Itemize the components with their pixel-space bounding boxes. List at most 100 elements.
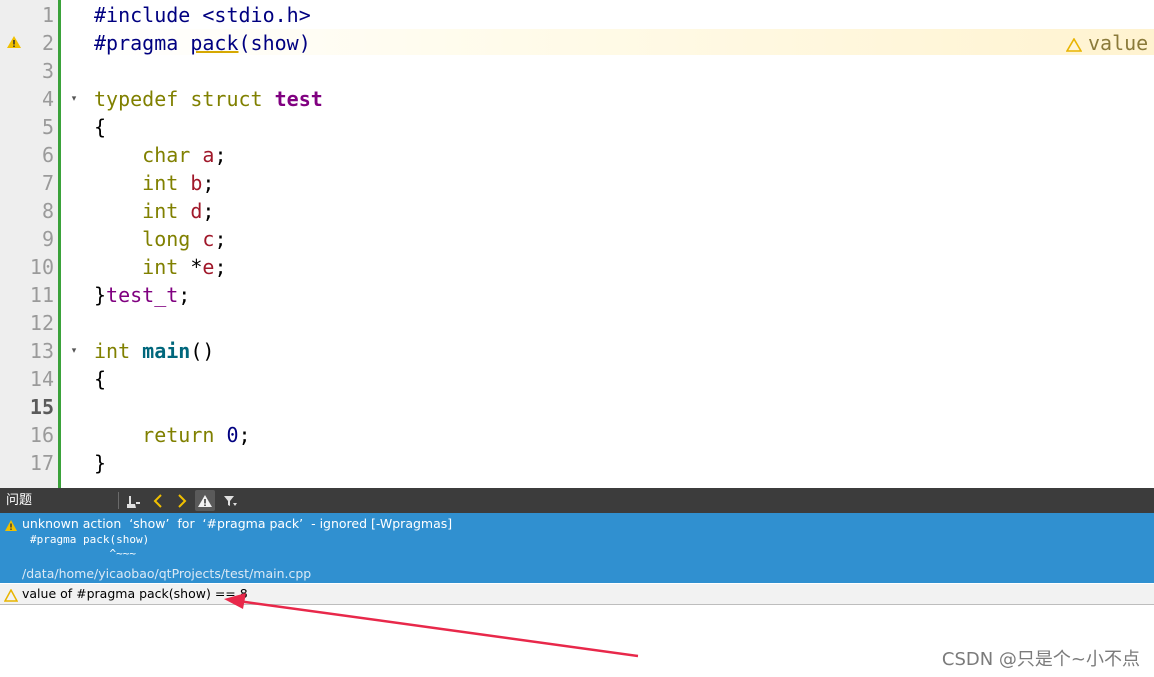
inline-warning-text: value — [1088, 31, 1149, 55]
code-token: ; — [202, 199, 215, 223]
code-line[interactable]: typedef struct test — [94, 85, 323, 113]
code-line[interactable]: int d; — [94, 197, 214, 225]
warning-icon — [198, 494, 212, 507]
code-line[interactable]: { — [94, 365, 106, 393]
code-token: long — [142, 227, 203, 251]
issue-item-selected[interactable]: unknown action ‘show’ for ‘#pragma pack’… — [0, 513, 1154, 583]
issue-message: value of #pragma pack(show) == 8 — [22, 586, 248, 601]
code-token: ; — [178, 283, 191, 307]
code-line[interactable]: int main() — [94, 337, 214, 365]
filter-icon — [224, 495, 237, 506]
code-token: test_t — [106, 283, 179, 307]
warning-icon[interactable] — [6, 35, 22, 49]
line-number: 16 — [29, 423, 54, 447]
show-warnings-toggle[interactable] — [195, 490, 215, 511]
line-number-row[interactable]: 13 — [0, 337, 58, 365]
warning-icon — [4, 517, 18, 536]
code-token: typedef — [94, 87, 191, 111]
code-line[interactable]: int *e; — [94, 253, 226, 281]
line-number: 14 — [29, 367, 54, 391]
code-line[interactable]: long c; — [94, 225, 226, 253]
line-number-row[interactable]: 6 — [0, 141, 58, 169]
line-number-row[interactable]: 8 — [0, 197, 58, 225]
line-number-row[interactable]: 16 — [0, 421, 58, 449]
line-number-row[interactable]: 3 — [0, 57, 58, 85]
line-number: 1 — [41, 3, 54, 27]
code-token: int — [142, 199, 191, 223]
code-token: int — [142, 171, 191, 195]
clean-issues-button[interactable] — [124, 490, 144, 511]
code-token: d — [190, 199, 203, 223]
line-number-gutter[interactable]: 1 2 3 4 5 6 7 8 9 10 11 12 13 14 15 16 17 — [0, 0, 58, 488]
code-line[interactable]: }test_t; — [94, 281, 190, 309]
code-token: int — [142, 255, 191, 279]
code-token: struct — [190, 87, 275, 111]
line-number: 7 — [41, 171, 54, 195]
line-number-row[interactable]: 17 — [0, 449, 58, 477]
line-number-row[interactable]: 14 — [0, 365, 58, 393]
code-token: } — [94, 451, 107, 475]
code-token: return — [142, 423, 227, 447]
code-token: test — [274, 87, 323, 111]
code-token: #include <stdio.h> — [94, 3, 311, 27]
code-line[interactable]: { — [94, 113, 106, 141]
line-number: 12 — [29, 311, 54, 335]
issue-message: unknown action ‘show’ for ‘#pragma pack’… — [22, 516, 453, 531]
code-token: ; — [202, 171, 215, 195]
line-number-row[interactable]: 5 — [0, 113, 58, 141]
issue-code-snippet: #pragma pack(show) — [30, 533, 150, 546]
line-number: 10 — [29, 255, 54, 279]
line-number-row[interactable]: 4 — [0, 85, 58, 113]
next-issue-button[interactable] — [172, 490, 192, 511]
line-number: 8 — [41, 199, 54, 223]
code-token: () — [190, 339, 215, 363]
line-number-row[interactable]: 11 — [0, 281, 58, 309]
previous-issue-button[interactable] — [148, 490, 168, 511]
line-number-row[interactable]: 1 — [0, 1, 58, 29]
code-token: main — [142, 339, 191, 363]
inline-warning-annotation[interactable]: value — [1065, 29, 1149, 57]
code-line[interactable]: char a; — [94, 141, 226, 169]
fold-margin-bar — [58, 0, 61, 488]
code-line[interactable]: return 0; — [94, 421, 250, 449]
issue-file-path[interactable]: /data/home/yicaobao/qtProjects/test/main… — [22, 566, 311, 582]
code-line[interactable]: #include <stdio.h> — [94, 1, 311, 29]
chevron-right-icon — [178, 493, 187, 508]
code-token: #pragma — [94, 31, 191, 55]
line-number: 3 — [41, 59, 54, 83]
code-line[interactable]: } — [94, 449, 106, 477]
line-number: 5 — [41, 115, 54, 139]
broom-icon — [127, 495, 140, 508]
issues-pane-toolbar: 问题 — [0, 488, 1154, 513]
line-number-row[interactable]: 2 — [0, 29, 58, 57]
line-number: 4 — [41, 87, 54, 111]
warning-outline-icon — [1065, 37, 1083, 52]
line-number-row[interactable]: 10 — [0, 253, 58, 281]
issues-pane-title: 问题 — [6, 493, 33, 508]
issue-item[interactable]: value of #pragma pack(show) == 8 — [0, 584, 1154, 605]
line-number-row[interactable]: 7 — [0, 169, 58, 197]
fold-toggle-icon[interactable]: ▾ — [68, 337, 80, 365]
line-number-row[interactable]: 9 — [0, 225, 58, 253]
code-line[interactable]: #pragma pack(show) — [94, 29, 311, 57]
code-token: { — [94, 367, 107, 391]
chevron-left-icon — [153, 493, 162, 508]
code-editor[interactable]: 1 2 3 4 5 6 7 8 9 10 11 12 13 14 15 16 17 #include <stdi… — [0, 0, 1154, 488]
fold-toggle-icon[interactable]: ▾ — [68, 85, 80, 113]
toolbar-separator — [118, 492, 119, 509]
filter-issues-button[interactable] — [220, 490, 240, 511]
line-number-row[interactable]: 15 — [0, 393, 58, 421]
code-line[interactable]: int b; — [94, 169, 214, 197]
line-number: 2 — [41, 31, 54, 55]
code-token: 0 — [226, 423, 239, 447]
watermark: CSDN @只是个~小不点 — [941, 649, 1140, 670]
line-number-row[interactable]: 12 — [0, 309, 58, 337]
code-token: pack — [190, 31, 239, 55]
code-token: e — [202, 255, 215, 279]
